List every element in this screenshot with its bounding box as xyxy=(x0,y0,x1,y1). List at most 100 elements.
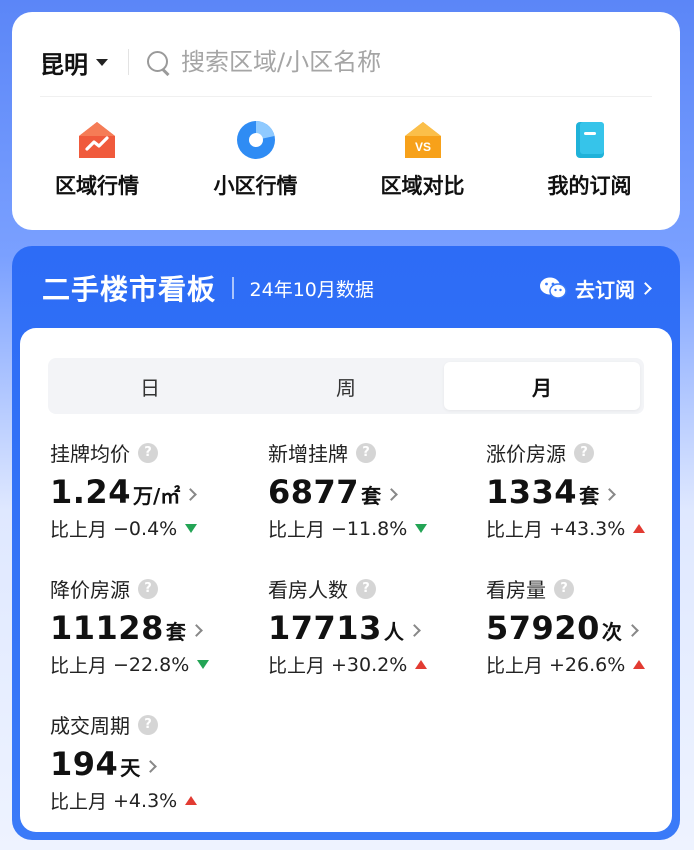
search-card: 昆明 区域行情 小区行情 xyxy=(12,12,680,230)
stat-change-row: 比上月 +43.3% xyxy=(486,515,686,542)
stat-change: +4.3% xyxy=(113,789,178,812)
wechat-icon xyxy=(540,277,567,299)
help-icon[interactable]: ? xyxy=(138,714,158,735)
stat-change: −11.8% xyxy=(331,517,408,540)
stat-value-row: 57920 次 xyxy=(486,609,686,647)
nav-my-subscription[interactable]: 我的订阅 xyxy=(506,118,673,218)
chevron-right-icon xyxy=(639,281,652,295)
board-title: 二手楼市看板 xyxy=(42,273,217,306)
stat-unit: 天 xyxy=(120,756,141,780)
search-bar: 昆明 xyxy=(40,34,652,90)
stat-value: 11128 xyxy=(50,609,164,647)
compare-prefix: 比上月 xyxy=(486,655,544,677)
chevron-right-icon xyxy=(189,624,203,637)
subscribe-label: 去订阅 xyxy=(575,277,635,302)
stat-unit: 次 xyxy=(601,620,622,644)
chevron-right-icon xyxy=(385,488,398,501)
board-header: 二手楼市看板 24年10月数据 去订阅 xyxy=(42,266,652,310)
chevron-right-icon xyxy=(144,760,158,773)
stat-value-row: 11128 套 xyxy=(50,609,250,647)
stat-value: 194 xyxy=(50,745,119,783)
stat-change: +43.3% xyxy=(549,517,626,540)
stat-change: −0.4% xyxy=(113,517,178,540)
stat-label-row: 成交周期 ? xyxy=(50,710,250,739)
stat-value-row: 1334 套 xyxy=(486,473,686,511)
stat-deal-cycle[interactable]: 成交周期 ? 194 天 比上月 +4.3% xyxy=(50,710,250,814)
my-subscription-icon xyxy=(575,122,604,158)
stat-label-row: 挂牌均价 ? xyxy=(50,438,250,467)
chevron-right-icon xyxy=(184,488,198,501)
help-icon[interactable]: ? xyxy=(138,578,158,599)
stat-label: 看房量 xyxy=(486,578,546,602)
stat-value: 57920 xyxy=(486,609,600,647)
quick-nav: 区域行情 小区行情 VS 区域对比 我的订阅 xyxy=(12,118,680,218)
title-divider xyxy=(232,277,234,299)
compare-prefix: 比上月 xyxy=(268,519,326,541)
stat-value: 1334 xyxy=(486,473,578,511)
search-divider xyxy=(128,49,129,75)
stat-label: 新增挂牌 xyxy=(268,442,348,466)
help-icon[interactable]: ? xyxy=(554,578,574,599)
subscribe-button[interactable]: 去订阅 xyxy=(539,274,652,303)
search-input[interactable] xyxy=(181,48,601,76)
stat-label-row: 看房人数 ? xyxy=(268,574,468,603)
city-selector[interactable]: 昆明 xyxy=(40,45,108,80)
stat-value: 6877 xyxy=(268,473,360,511)
tab-month[interactable]: 月 xyxy=(444,362,640,410)
stat-label-row: 看房量 ? xyxy=(486,574,686,603)
area-compare-icon: VS xyxy=(404,122,441,158)
caret-down-icon xyxy=(96,58,108,66)
stat-change: −22.8% xyxy=(113,653,190,676)
nav-area-trend[interactable]: 区域行情 xyxy=(22,118,172,218)
nav-label: 区域行情 xyxy=(55,174,139,198)
nav-community-trend[interactable]: 小区行情 xyxy=(172,118,339,218)
stat-change-row: 比上月 +26.6% xyxy=(486,651,686,678)
stat-price-reduced[interactable]: 降价房源 ? 11128 套 比上月 −22.8% xyxy=(50,574,250,678)
community-trend-icon xyxy=(236,121,275,159)
area-trend-icon xyxy=(79,122,115,158)
trend-up-icon xyxy=(415,660,428,669)
stat-unit: 人 xyxy=(383,620,404,644)
stat-viewers[interactable]: 看房人数 ? 17713 人 比上月 +30.2% xyxy=(268,574,468,678)
trend-down-icon xyxy=(197,660,210,669)
stat-label: 看房人数 xyxy=(268,578,348,602)
trend-down-icon xyxy=(415,524,428,533)
help-icon[interactable]: ? xyxy=(356,578,376,599)
city-name: 昆明 xyxy=(40,50,88,79)
stat-change: +30.2% xyxy=(331,653,408,676)
nav-label: 区域对比 xyxy=(380,174,465,198)
help-icon[interactable]: ? xyxy=(138,442,158,463)
board-content: 日 周 月 挂牌均价 ? 1.24 万/㎡ 比上月 −0.4% 新增挂牌 ? 6… xyxy=(20,328,672,832)
trend-up-icon xyxy=(185,796,198,805)
stat-label-row: 涨价房源 ? xyxy=(486,438,686,467)
trend-up-icon xyxy=(633,524,646,533)
stat-value-row: 194 天 xyxy=(50,745,250,783)
stat-change-row: 比上月 −22.8% xyxy=(50,651,250,678)
stat-value-row: 6877 套 xyxy=(268,473,468,511)
stat-avg-listing-price[interactable]: 挂牌均价 ? 1.24 万/㎡ 比上月 −0.4% xyxy=(50,438,250,542)
stat-label: 涨价房源 xyxy=(486,442,566,466)
chevron-right-icon xyxy=(603,488,616,501)
stat-value: 17713 xyxy=(268,609,382,647)
stat-change-row: 比上月 −0.4% xyxy=(50,515,250,542)
stat-value-row: 17713 人 xyxy=(268,609,468,647)
stat-change-row: 比上月 +30.2% xyxy=(268,651,468,678)
board-subtitle: 24年10月数据 xyxy=(249,278,374,301)
stat-label: 挂牌均价 xyxy=(50,442,130,466)
stat-label: 降价房源 xyxy=(50,578,130,602)
tab-week[interactable]: 周 xyxy=(248,362,444,410)
stat-viewings[interactable]: 看房量 ? 57920 次 比上月 +26.6% xyxy=(486,574,686,678)
compare-prefix: 比上月 xyxy=(50,791,108,813)
stat-value-row: 1.24 万/㎡ xyxy=(50,473,250,511)
stat-new-listings[interactable]: 新增挂牌 ? 6877 套 比上月 −11.8% xyxy=(268,438,468,542)
stat-price-increased[interactable]: 涨价房源 ? 1334 套 比上月 +43.3% xyxy=(486,438,686,542)
compare-prefix: 比上月 xyxy=(50,519,108,541)
help-icon[interactable]: ? xyxy=(574,442,594,463)
tab-day[interactable]: 日 xyxy=(52,362,248,410)
nav-area-compare[interactable]: VS 区域对比 xyxy=(339,118,506,218)
stat-label: 成交周期 xyxy=(50,714,130,738)
period-tabs: 日 周 月 xyxy=(48,358,644,414)
help-icon[interactable]: ? xyxy=(356,442,376,463)
stat-change-row: 比上月 +4.3% xyxy=(50,787,250,814)
chevron-right-icon xyxy=(407,624,421,637)
